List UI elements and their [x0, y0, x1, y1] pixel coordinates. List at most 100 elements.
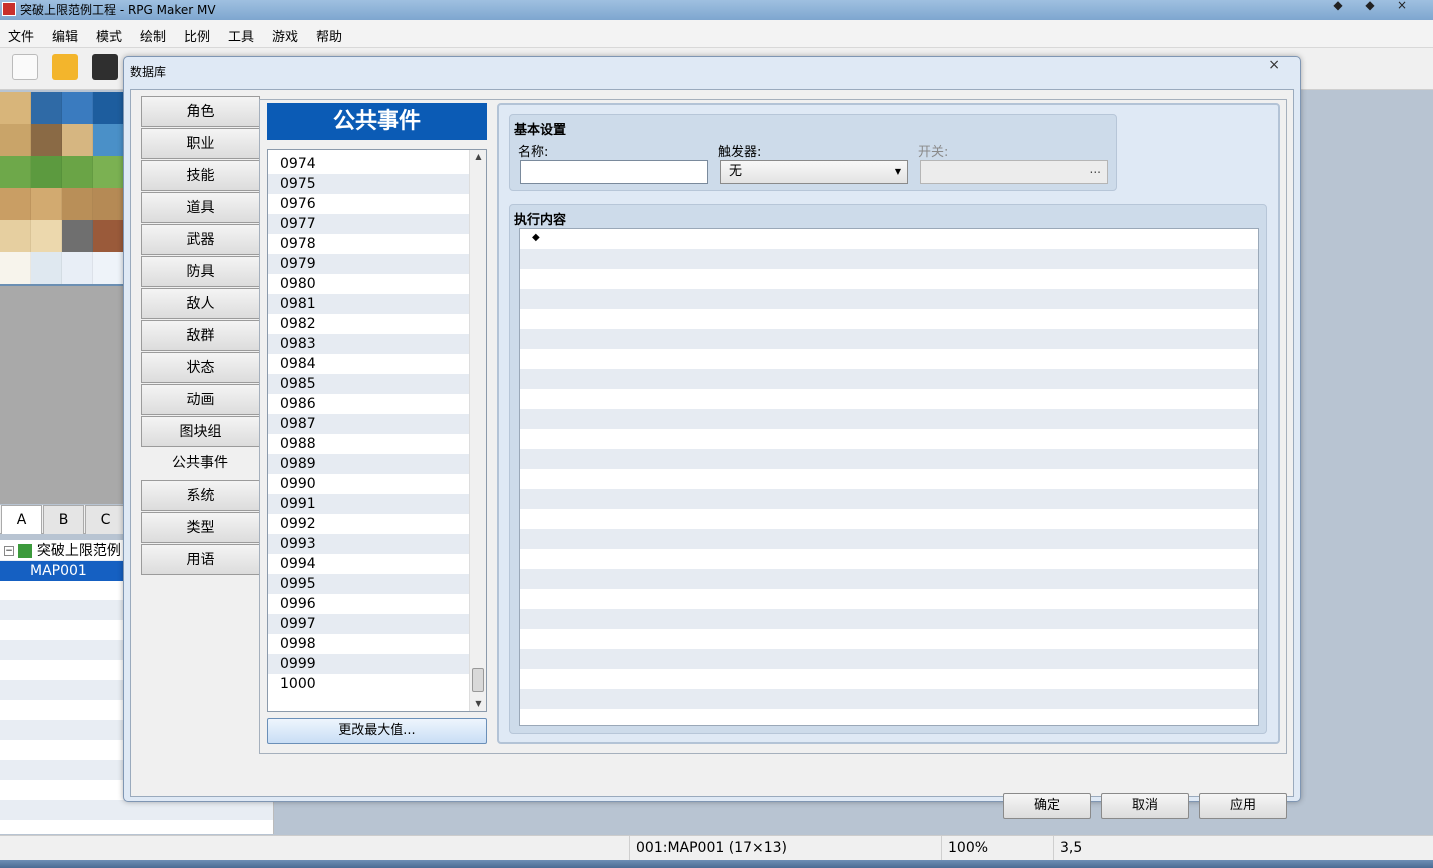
- menu-game[interactable]: 游戏: [272, 26, 298, 45]
- category-skills[interactable]: 技能: [141, 160, 260, 191]
- list-item[interactable]: 0987: [268, 414, 469, 434]
- common-event-list[interactable]: 0974 0975 0976 0977 0978 0979 0980 0981 …: [267, 149, 487, 712]
- scroll-down-icon[interactable]: ▼: [470, 697, 486, 711]
- list-item[interactable]: 0994: [268, 554, 469, 574]
- list-item[interactable]: 0991: [268, 494, 469, 514]
- list-item[interactable]: 0974: [268, 154, 469, 174]
- list-item[interactable]: 0995: [268, 574, 469, 594]
- trigger-select[interactable]: 无 ▼: [720, 160, 908, 184]
- tile[interactable]: [93, 188, 124, 220]
- menu-scale[interactable]: 比例: [184, 26, 210, 45]
- scroll-thumb[interactable]: [472, 668, 484, 692]
- close-icon[interactable]: ×: [1388, 0, 1416, 12]
- ok-button[interactable]: 确定: [1003, 793, 1091, 819]
- category-tilesets[interactable]: 图块组: [141, 416, 260, 447]
- menu-file[interactable]: 文件: [8, 26, 34, 45]
- list-item[interactable]: 0985: [268, 374, 469, 394]
- category-enemies[interactable]: 敌人: [141, 288, 260, 319]
- list-item[interactable]: 0992: [268, 514, 469, 534]
- tile[interactable]: [62, 188, 93, 220]
- list-item[interactable]: 0988: [268, 434, 469, 454]
- category-system[interactable]: 系统: [141, 480, 260, 511]
- list-item[interactable]: 0990: [268, 474, 469, 494]
- dialog-close-icon[interactable]: ×: [1268, 57, 1280, 73]
- category-items[interactable]: 道具: [141, 192, 260, 223]
- command-bullet[interactable]: ◆: [532, 232, 540, 243]
- list-item[interactable]: 0998: [268, 634, 469, 654]
- menu-mode[interactable]: 模式: [96, 26, 122, 45]
- category-animations[interactable]: 动画: [141, 384, 260, 415]
- tile[interactable]: [93, 156, 124, 188]
- menu-edit[interactable]: 编辑: [52, 26, 78, 45]
- list-item[interactable]: 0999: [268, 654, 469, 674]
- category-common-events[interactable]: 公共事件: [141, 448, 260, 479]
- tree-node-map[interactable]: MAP001: [0, 561, 124, 581]
- list-scrollbar[interactable]: ▲ ▼: [469, 150, 486, 711]
- tile[interactable]: [93, 124, 124, 156]
- list-item[interactable]: 0975: [268, 174, 469, 194]
- category-actors[interactable]: 角色: [141, 96, 260, 127]
- tile[interactable]: [93, 220, 124, 252]
- list-item[interactable]: 0978: [268, 234, 469, 254]
- list-item[interactable]: 1000: [268, 674, 469, 694]
- minimize-icon[interactable]: ◆: [1324, 0, 1352, 12]
- category-types[interactable]: 类型: [141, 512, 260, 543]
- list-item[interactable]: 0981: [268, 294, 469, 314]
- menu-tools[interactable]: 工具: [228, 26, 254, 45]
- tile[interactable]: [31, 252, 62, 284]
- category-weapons[interactable]: 武器: [141, 224, 260, 255]
- tile[interactable]: [0, 156, 31, 188]
- cancel-button[interactable]: 取消: [1101, 793, 1189, 819]
- command-list[interactable]: ◆: [519, 228, 1259, 726]
- tree-node-project[interactable]: − 突破上限范例: [4, 541, 121, 561]
- category-terms[interactable]: 用语: [141, 544, 260, 575]
- menu-draw[interactable]: 绘制: [140, 26, 166, 45]
- new-project-icon[interactable]: [12, 54, 38, 80]
- tile[interactable]: [31, 156, 62, 188]
- tile[interactable]: [62, 156, 93, 188]
- restore-icon[interactable]: ◆: [1356, 0, 1384, 12]
- tile[interactable]: [93, 92, 124, 124]
- tile[interactable]: [0, 92, 31, 124]
- menu-help[interactable]: 帮助: [316, 26, 342, 45]
- tileset-tab-b[interactable]: B: [43, 505, 84, 534]
- list-item[interactable]: 0986: [268, 394, 469, 414]
- list-item[interactable]: 0980: [268, 274, 469, 294]
- list-item[interactable]: 0979: [268, 254, 469, 274]
- name-input[interactable]: [520, 160, 708, 184]
- tileset-tab-a[interactable]: A: [1, 505, 42, 534]
- tile[interactable]: [31, 220, 62, 252]
- tile[interactable]: [0, 188, 31, 220]
- tile[interactable]: [93, 252, 124, 284]
- collapse-icon[interactable]: −: [4, 546, 14, 556]
- category-troops[interactable]: 敌群: [141, 320, 260, 351]
- tileset-palette[interactable]: [0, 92, 124, 286]
- tile[interactable]: [62, 252, 93, 284]
- tile[interactable]: [31, 124, 62, 156]
- list-item[interactable]: 0993: [268, 534, 469, 554]
- category-armors[interactable]: 防具: [141, 256, 260, 287]
- list-item[interactable]: 0982: [268, 314, 469, 334]
- list-item[interactable]: 0984: [268, 354, 469, 374]
- tile[interactable]: [62, 220, 93, 252]
- tile[interactable]: [62, 92, 93, 124]
- open-project-icon[interactable]: [52, 54, 78, 80]
- scroll-up-icon[interactable]: ▲: [470, 150, 486, 164]
- tile[interactable]: [0, 252, 31, 284]
- apply-button[interactable]: 应用: [1199, 793, 1287, 819]
- tileset-tab-c[interactable]: C: [85, 505, 126, 534]
- category-classes[interactable]: 职业: [141, 128, 260, 159]
- tile[interactable]: [0, 124, 31, 156]
- list-item[interactable]: 0996: [268, 594, 469, 614]
- tile[interactable]: [62, 124, 93, 156]
- save-project-icon[interactable]: [92, 54, 118, 80]
- list-item[interactable]: 0976: [268, 194, 469, 214]
- tile[interactable]: [31, 188, 62, 220]
- list-item[interactable]: 0997: [268, 614, 469, 634]
- list-item[interactable]: 0989: [268, 454, 469, 474]
- change-max-button[interactable]: 更改最大值...: [267, 718, 487, 744]
- tile[interactable]: [31, 92, 62, 124]
- category-states[interactable]: 状态: [141, 352, 260, 383]
- list-item[interactable]: 0983: [268, 334, 469, 354]
- list-item[interactable]: 0977: [268, 214, 469, 234]
